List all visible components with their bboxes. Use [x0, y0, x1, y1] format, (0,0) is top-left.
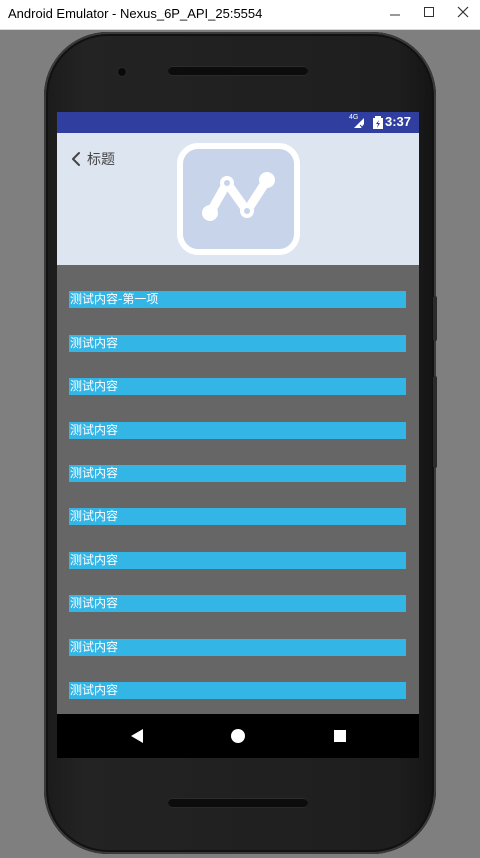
square-recents-icon: [334, 730, 346, 742]
front-camera: [118, 68, 126, 76]
top-speaker: [168, 66, 308, 75]
close-icon: [457, 6, 469, 18]
status-bar: 4G 3:37: [57, 112, 419, 133]
list-item[interactable]: 测试内容: [69, 335, 406, 352]
triangle-back-icon: [131, 729, 143, 743]
list-item[interactable]: 测试内容: [69, 465, 406, 482]
chevron-left-icon: [72, 152, 80, 166]
window-titlebar: Android Emulator - Nexus_6P_API_25:5554: [0, 0, 480, 30]
close-button[interactable]: [446, 0, 480, 24]
power-button[interactable]: [433, 296, 437, 341]
list-item[interactable]: 测试内容-第一项: [69, 291, 406, 308]
circle-home-icon: [231, 729, 245, 743]
status-time: 3:37: [384, 114, 411, 129]
window-title: Android Emulator - Nexus_6P_API_25:5554: [8, 6, 263, 21]
volume-button[interactable]: [433, 376, 437, 468]
list-item[interactable]: 测试内容: [69, 422, 406, 439]
nav-home-button[interactable]: [228, 726, 248, 746]
minimize-icon: [390, 14, 400, 16]
nav-back-button[interactable]: [127, 726, 147, 746]
battery-charging-icon: [373, 116, 383, 129]
list-item[interactable]: 测试内容: [69, 682, 406, 699]
list-item[interactable]: 测试内容: [69, 639, 406, 656]
minimize-button[interactable]: [378, 0, 412, 24]
header: 标题: [57, 133, 419, 265]
maximize-icon: [424, 7, 434, 17]
phone-screen: 4G 3:37 标题 测试内容-第一项 测试内容 测试内容 测试内容 测试内容 …: [57, 112, 419, 758]
nav-recents-button[interactable]: [330, 726, 350, 746]
navigation-bar: [57, 714, 419, 758]
list-item[interactable]: 测试内容: [69, 378, 406, 395]
bottom-speaker: [168, 798, 308, 807]
list-item[interactable]: 测试内容: [69, 508, 406, 525]
maximize-button[interactable]: [412, 0, 446, 24]
back-label: 标题: [87, 152, 115, 168]
back-button[interactable]: 标题: [71, 147, 115, 171]
list-item[interactable]: 测试内容: [69, 595, 406, 612]
list-item[interactable]: 测试内容: [69, 552, 406, 569]
signal-icon: [354, 118, 364, 129]
app-logo-icon: [177, 143, 300, 255]
